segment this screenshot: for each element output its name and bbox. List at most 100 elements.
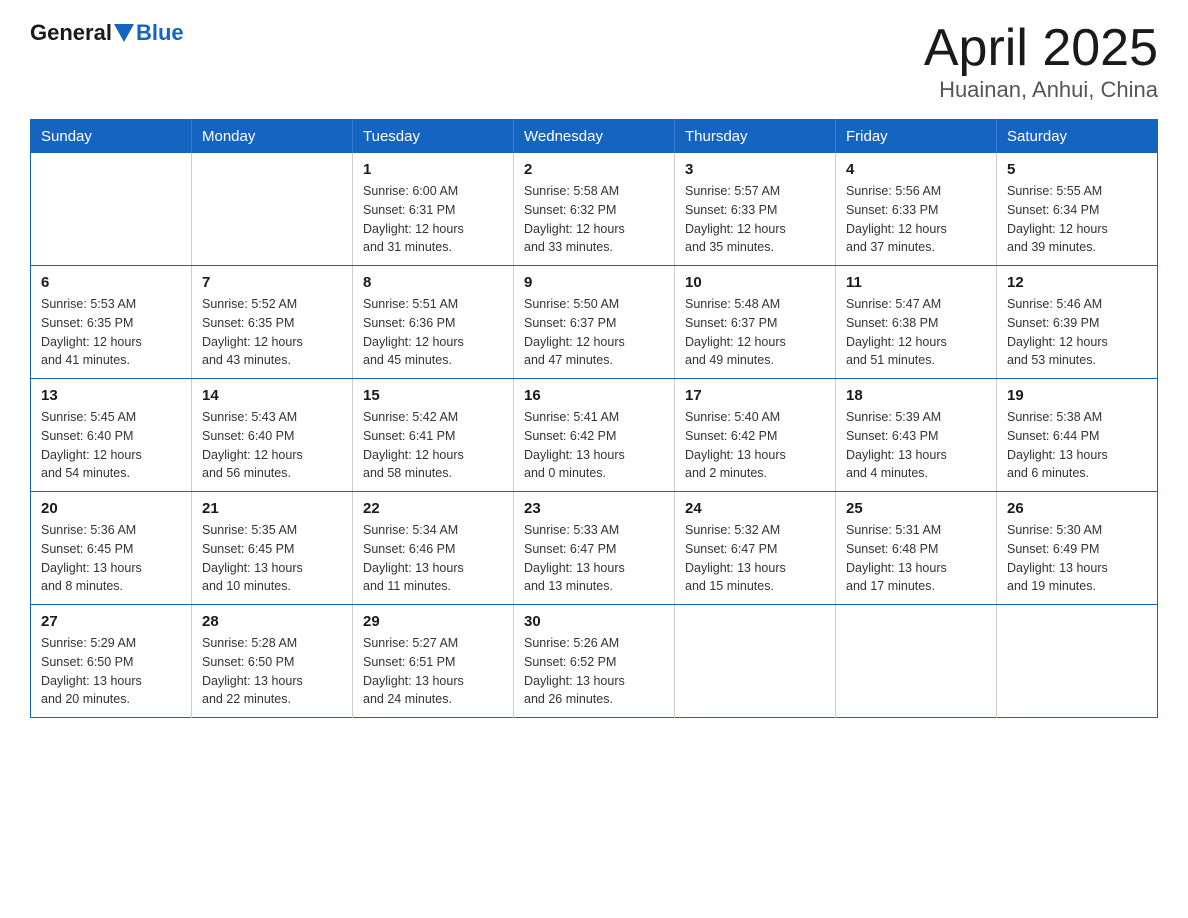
logo-blue-text: Blue <box>136 20 184 46</box>
day-info: Sunrise: 5:27 AMSunset: 6:51 PMDaylight:… <box>363 634 503 709</box>
calendar-cell: 20Sunrise: 5:36 AMSunset: 6:45 PMDayligh… <box>31 492 192 605</box>
logo-general-text: General <box>30 20 112 46</box>
calendar-cell: 27Sunrise: 5:29 AMSunset: 6:50 PMDayligh… <box>31 605 192 718</box>
header-monday: Monday <box>192 120 353 154</box>
day-number: 21 <box>202 500 342 517</box>
day-info: Sunrise: 5:53 AMSunset: 6:35 PMDaylight:… <box>41 295 181 370</box>
day-number: 5 <box>1007 161 1147 178</box>
title-block: April 2025 Huainan, Anhui, China <box>924 20 1158 103</box>
calendar-week-3: 20Sunrise: 5:36 AMSunset: 6:45 PMDayligh… <box>31 492 1158 605</box>
day-number: 20 <box>41 500 181 517</box>
day-number: 17 <box>685 387 825 404</box>
header-tuesday: Tuesday <box>353 120 514 154</box>
day-info: Sunrise: 5:45 AMSunset: 6:40 PMDaylight:… <box>41 408 181 483</box>
day-info: Sunrise: 5:50 AMSunset: 6:37 PMDaylight:… <box>524 295 664 370</box>
calendar-cell: 8Sunrise: 5:51 AMSunset: 6:36 PMDaylight… <box>353 266 514 379</box>
calendar-cell: 28 Sunrise: 5:28 AMSunset: 6:50 PMDayligh… <box>192 605 353 718</box>
page-header: General Blue April 2025 Huainan, Anhui, … <box>30 20 1158 103</box>
day-info: Sunrise: 5:26 AMSunset: 6:52 PMDaylight:… <box>524 634 664 709</box>
calendar-header-row: SundayMondayTuesdayWednesdayThursdayFrid… <box>31 120 1158 154</box>
day-info: Sunrise: 5:41 AMSunset: 6:42 PMDaylight:… <box>524 408 664 483</box>
calendar-cell: 26 Sunrise: 5:30 AMSunset: 6:49 PMDayligh… <box>997 492 1158 605</box>
calendar-cell: 12Sunrise: 5:46 AMSunset: 6:39 PMDayligh… <box>997 266 1158 379</box>
day-number: 8 <box>363 274 503 291</box>
day-info: Sunrise: 5:47 AMSunset: 6:38 PMDaylight:… <box>846 295 986 370</box>
header-friday: Friday <box>836 120 997 154</box>
day-number: 27 <box>41 613 181 630</box>
calendar-cell: 17 Sunrise: 5:40 AMSunset: 6:42 PMDayligh… <box>675 379 836 492</box>
calendar-cell: 3 Sunrise: 5:57 AMSunset: 6:33 PMDaylight… <box>675 153 836 266</box>
header-wednesday: Wednesday <box>514 120 675 154</box>
calendar-cell: 14Sunrise: 5:43 AMSunset: 6:40 PMDayligh… <box>192 379 353 492</box>
day-number: 4 <box>846 161 986 178</box>
day-info: Sunrise: 5:33 AMSunset: 6:47 PMDaylight:… <box>524 521 664 596</box>
calendar-cell <box>192 153 353 266</box>
day-info: Sunrise: 5:40 AMSunset: 6:42 PMDaylight:… <box>685 408 825 483</box>
day-number: 25 <box>846 500 986 517</box>
day-info: Sunrise: 5:39 AMSunset: 6:43 PMDaylight:… <box>846 408 986 483</box>
calendar-cell: 5 Sunrise: 5:55 AMSunset: 6:34 PMDaylight… <box>997 153 1158 266</box>
calendar-cell: 30 Sunrise: 5:26 AMSunset: 6:52 PMDayligh… <box>514 605 675 718</box>
calendar-week-1: 6Sunrise: 5:53 AMSunset: 6:35 PMDaylight… <box>31 266 1158 379</box>
day-info: Sunrise: 5:56 AMSunset: 6:33 PMDaylight:… <box>846 182 986 257</box>
day-number: 18 <box>846 387 986 404</box>
day-number: 30 <box>524 613 664 630</box>
calendar-cell: 7 Sunrise: 5:52 AMSunset: 6:35 PMDaylight… <box>192 266 353 379</box>
day-number: 3 <box>685 161 825 178</box>
day-info: Sunrise: 5:42 AMSunset: 6:41 PMDaylight:… <box>363 408 503 483</box>
day-info: Sunrise: 5:30 AMSunset: 6:49 PMDaylight:… <box>1007 521 1147 596</box>
day-number: 16 <box>524 387 664 404</box>
calendar-cell: 6Sunrise: 5:53 AMSunset: 6:35 PMDaylight… <box>31 266 192 379</box>
day-number: 26 <box>1007 500 1147 517</box>
day-number: 11 <box>846 274 986 291</box>
day-number: 24 <box>685 500 825 517</box>
day-number: 1 <box>363 161 503 178</box>
day-number: 19 <box>1007 387 1147 404</box>
day-info: Sunrise: 5:55 AMSunset: 6:34 PMDaylight:… <box>1007 182 1147 257</box>
day-info: Sunrise: 5:31 AMSunset: 6:48 PMDaylight:… <box>846 521 986 596</box>
day-info: Sunrise: 5:28 AMSunset: 6:50 PMDaylight:… <box>202 634 342 709</box>
calendar-cell: 29Sunrise: 5:27 AMSunset: 6:51 PMDayligh… <box>353 605 514 718</box>
day-number: 13 <box>41 387 181 404</box>
calendar-cell: 22Sunrise: 5:34 AMSunset: 6:46 PMDayligh… <box>353 492 514 605</box>
day-number: 28 <box>202 613 342 630</box>
calendar-cell: 21 Sunrise: 5:35 AMSunset: 6:45 PMDayligh… <box>192 492 353 605</box>
calendar-subtitle: Huainan, Anhui, China <box>924 77 1158 103</box>
calendar-cell <box>31 153 192 266</box>
calendar-cell: 2 Sunrise: 5:58 AMSunset: 6:32 PMDaylight… <box>514 153 675 266</box>
calendar-cell: 11 Sunrise: 5:47 AMSunset: 6:38 PMDayligh… <box>836 266 997 379</box>
calendar-cell: 18 Sunrise: 5:39 AMSunset: 6:43 PMDayligh… <box>836 379 997 492</box>
day-info: Sunrise: 5:46 AMSunset: 6:39 PMDaylight:… <box>1007 295 1147 370</box>
day-number: 15 <box>363 387 503 404</box>
day-number: 22 <box>363 500 503 517</box>
day-info: Sunrise: 5:38 AMSunset: 6:44 PMDaylight:… <box>1007 408 1147 483</box>
calendar-cell: 19 Sunrise: 5:38 AMSunset: 6:44 PMDayligh… <box>997 379 1158 492</box>
day-info: Sunrise: 5:35 AMSunset: 6:45 PMDaylight:… <box>202 521 342 596</box>
header-saturday: Saturday <box>997 120 1158 154</box>
day-info: Sunrise: 5:52 AMSunset: 6:35 PMDaylight:… <box>202 295 342 370</box>
calendar-cell <box>997 605 1158 718</box>
day-number: 2 <box>524 161 664 178</box>
calendar-cell: 24 Sunrise: 5:32 AMSunset: 6:47 PMDayligh… <box>675 492 836 605</box>
day-number: 7 <box>202 274 342 291</box>
calendar-cell: 25 Sunrise: 5:31 AMSunset: 6:48 PMDayligh… <box>836 492 997 605</box>
calendar-title: April 2025 <box>924 20 1158 77</box>
calendar-cell: 9 Sunrise: 5:50 AMSunset: 6:37 PMDaylight… <box>514 266 675 379</box>
header-thursday: Thursday <box>675 120 836 154</box>
day-info: Sunrise: 5:48 AMSunset: 6:37 PMDaylight:… <box>685 295 825 370</box>
calendar-cell: 23Sunrise: 5:33 AMSunset: 6:47 PMDayligh… <box>514 492 675 605</box>
calendar-cell: 13 Sunrise: 5:45 AMSunset: 6:40 PMDayligh… <box>31 379 192 492</box>
logo: General Blue <box>30 20 184 46</box>
calendar-cell: 1Sunrise: 6:00 AMSunset: 6:31 PMDaylight… <box>353 153 514 266</box>
header-sunday: Sunday <box>31 120 192 154</box>
calendar-cell: 15 Sunrise: 5:42 AMSunset: 6:41 PMDayligh… <box>353 379 514 492</box>
day-info: Sunrise: 5:57 AMSunset: 6:33 PMDaylight:… <box>685 182 825 257</box>
calendar-cell: 10Sunrise: 5:48 AMSunset: 6:37 PMDayligh… <box>675 266 836 379</box>
day-info: Sunrise: 5:43 AMSunset: 6:40 PMDaylight:… <box>202 408 342 483</box>
day-info: Sunrise: 5:32 AMSunset: 6:47 PMDaylight:… <box>685 521 825 596</box>
calendar-cell: 16 Sunrise: 5:41 AMSunset: 6:42 PMDayligh… <box>514 379 675 492</box>
day-number: 9 <box>524 274 664 291</box>
day-info: Sunrise: 5:58 AMSunset: 6:32 PMDaylight:… <box>524 182 664 257</box>
calendar-week-0: 1Sunrise: 6:00 AMSunset: 6:31 PMDaylight… <box>31 153 1158 266</box>
calendar-cell <box>675 605 836 718</box>
